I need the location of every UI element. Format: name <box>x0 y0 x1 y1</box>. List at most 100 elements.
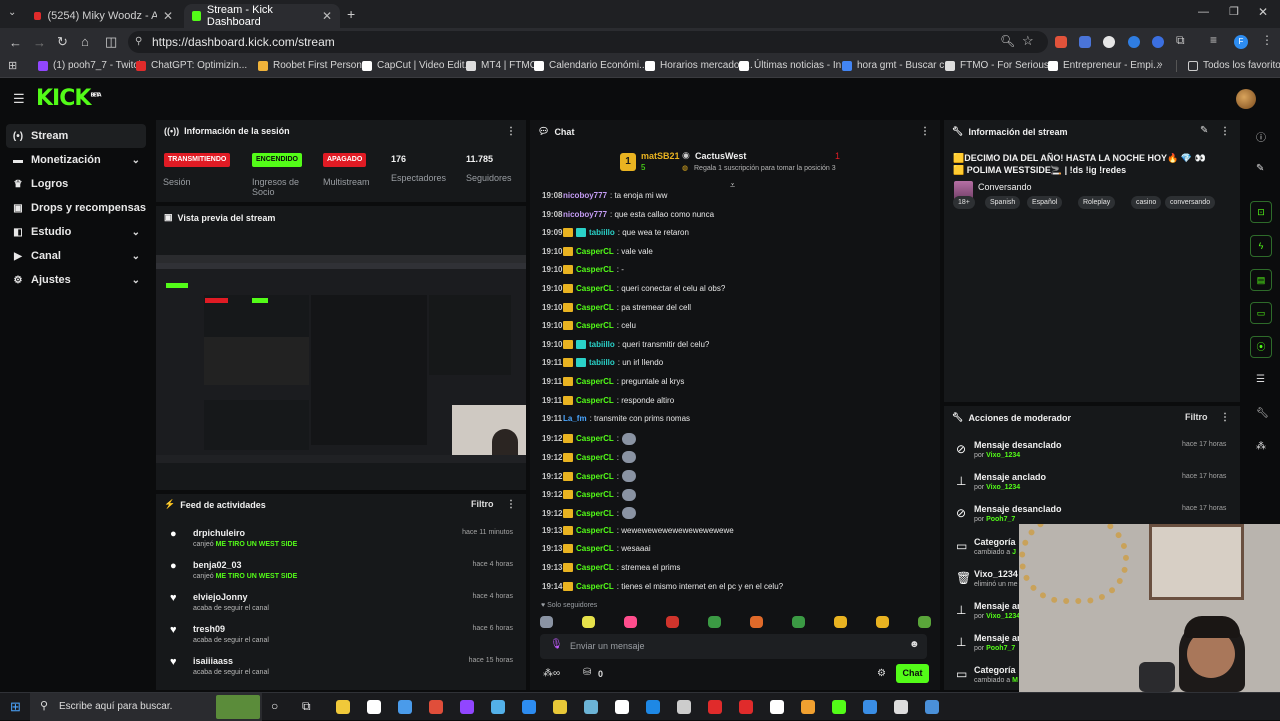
taskbar-app-icon[interactable] <box>491 700 505 714</box>
bookmark-item[interactable]: MT4 | FTMO <box>466 60 537 71</box>
emote-icon[interactable] <box>582 616 595 628</box>
taskbar-app-icon[interactable] <box>584 700 598 714</box>
emote-icon[interactable] <box>624 616 637 628</box>
kick-logo[interactable]: KICKBETA <box>36 86 102 111</box>
mod-filter-button[interactable]: Filtro <box>1185 412 1208 422</box>
close-tab-icon[interactable]: ✕ <box>322 9 332 23</box>
sidebar-item-logros[interactable]: ♛ Logros <box>6 172 146 196</box>
feed-username[interactable]: benja02_03 <box>193 560 242 570</box>
more-options-icon[interactable]: ⋮ <box>506 499 516 510</box>
taskbar-app-icon[interactable] <box>367 700 381 714</box>
feed-username[interactable]: drpichuleiro <box>193 528 245 538</box>
chat-username[interactable]: CasperCL <box>576 303 614 312</box>
feed-item[interactable]: ● drpichuleiro canjeó ME TIRO UN WEST SIDE… <box>164 526 519 558</box>
chat-username[interactable]: CasperCL <box>576 490 614 499</box>
sidebar-item-canal[interactable]: ▶ Canal ⌄ <box>6 244 146 268</box>
chat-message[interactable]: 19:10 CasperCL: vale vale <box>542 246 653 256</box>
feed-filter-button[interactable]: Filtro <box>471 499 494 509</box>
stream-preview-video[interactable] <box>156 255 526 463</box>
chat-username[interactable]: CasperCL <box>576 509 614 518</box>
extension-icon[interactable] <box>1128 36 1140 48</box>
close-tab-icon[interactable]: ✕ <box>163 9 173 23</box>
reload-icon[interactable]: ↻ <box>57 34 68 50</box>
feed-item[interactable]: ♥ tresh09 acaba de seguir el canal hace 6 … <box>164 622 519 654</box>
mod-action-user[interactable]: Vixo_1234 <box>986 452 1020 459</box>
chat-message[interactable]: 19:12 CasperCL: <box>542 507 637 520</box>
chat-message[interactable]: 19:10 CasperCL: celu <box>542 321 636 331</box>
sidebar-item-stream[interactable]: (•) Stream <box>6 124 146 148</box>
mod-action-user[interactable]: M <box>1012 677 1018 684</box>
chat-message[interactable]: 19:12 CasperCL: <box>542 470 637 482</box>
emote-icon[interactable] <box>876 616 889 628</box>
tab-list-icon[interactable]: ⌄ <box>8 7 16 18</box>
zoom-icon[interactable]: 🔍︎ <box>1000 34 1015 48</box>
mod-action-user[interactable]: Vixo_1234 <box>986 484 1020 491</box>
emote-icon[interactable] <box>834 616 847 628</box>
sidebar-item-estudio[interactable]: ◧ Estudio ⌄ <box>6 220 146 244</box>
bookmark-item[interactable]: ChatGPT: Optimizin... <box>136 60 247 71</box>
mod-action-user[interactable]: Pooh7_7 <box>986 516 1015 523</box>
edit-icon[interactable]: ✎ <box>1200 125 1208 136</box>
stream-tag[interactable]: casino <box>1131 196 1162 209</box>
media-icon[interactable]: ≡ <box>1210 33 1217 47</box>
minimize-icon[interactable]: — <box>1198 6 1209 18</box>
chat-message[interactable]: 19:11 La_fm: transmite con prims nomas <box>542 414 690 423</box>
top-gifter-name[interactable]: matSB21 <box>641 151 680 161</box>
extension-icon[interactable] <box>1103 36 1115 48</box>
feed-username[interactable]: tresh09 <box>193 624 225 634</box>
chat-username[interactable]: CasperCL <box>576 453 614 462</box>
extensions-puzzle-icon[interactable]: ⧉ <box>1176 33 1185 48</box>
stream-tag[interactable]: Spanish <box>985 196 1021 209</box>
sidebar-item-ajustes[interactable]: ⚙ Ajustes ⌄ <box>6 268 146 292</box>
extension-icon[interactable] <box>1152 36 1164 48</box>
chat-username[interactable]: CasperCL <box>576 321 614 330</box>
chat-username[interactable]: CasperCL <box>576 582 614 591</box>
more-options-icon[interactable]: ⋮ <box>1220 412 1230 423</box>
taskbar-app-icon[interactable] <box>336 700 350 714</box>
back-icon[interactable]: ← <box>9 35 22 50</box>
emote-icon[interactable] <box>666 616 679 628</box>
stream-tag[interactable]: 18+ <box>953 196 975 209</box>
chat-input[interactable]: 🎙︎ Enviar un mensaje ☻ <box>540 634 927 659</box>
chat-username[interactable]: CasperCL <box>576 247 614 256</box>
mod-action-item[interactable]: ⊥ Mensaje anclado por Vixo_1234 hace 17 hor… <box>952 471 1232 501</box>
chat-username[interactable]: CasperCL <box>576 563 614 572</box>
more-options-icon[interactable]: ⋮ <box>506 126 516 137</box>
emote-icon[interactable] <box>708 616 721 628</box>
bookmark-item[interactable]: Calendario Económi... <box>534 60 647 71</box>
bookmark-item[interactable]: (1) pooh7_7 - Twitch <box>38 60 144 71</box>
feed-item[interactable]: ♥ isaiiiaass acaba de seguir el canal hace… <box>164 654 519 686</box>
chat-username[interactable]: tabiillo <box>589 358 615 367</box>
chat-message[interactable]: 19:10 CasperCL: pa stremear del cell <box>542 302 691 312</box>
stream-tag[interactable]: Español <box>1027 196 1063 209</box>
chat-message[interactable]: 19:12 CasperCL: <box>542 488 637 501</box>
windows-start-icon[interactable]: ⊞ <box>10 699 21 715</box>
user-avatar[interactable] <box>1236 89 1256 109</box>
chat-message[interactable]: 19:13 CasperCL: wewewewewewewewewewewe <box>542 525 734 535</box>
rail-list-icon[interactable]: ☰ <box>1256 374 1265 385</box>
emote-icon[interactable] <box>750 616 763 628</box>
rail-button-card-icon[interactable]: ▤ <box>1250 269 1272 291</box>
taskbar-app-icon[interactable] <box>863 700 877 714</box>
bookmark-item[interactable]: Entrepreneur - Empi... <box>1048 60 1161 71</box>
chat-message[interactable]: 19:08 nicoboy777: que esta callao como nu… <box>542 210 714 219</box>
info-icon[interactable]: ⓘ <box>1256 129 1266 144</box>
maximize-icon[interactable]: ❐ <box>1229 5 1239 18</box>
chat-message[interactable]: 19:13 CasperCL: wesaaai <box>542 544 651 554</box>
collapse-icon[interactable]: ⩡ <box>730 180 735 191</box>
chat-username[interactable]: CasperCL <box>576 526 614 535</box>
chat-username[interactable]: CasperCL <box>576 434 614 443</box>
chat-username[interactable]: CasperCL <box>576 377 614 386</box>
profile-avatar-icon[interactable]: F <box>1234 35 1248 49</box>
translate-extension-icon[interactable] <box>1079 36 1091 48</box>
microphone-icon[interactable]: 🎙︎ <box>550 639 563 650</box>
chat-message[interactable]: 19:12 CasperCL: <box>542 451 637 464</box>
hamburger-menu-icon[interactable]: ☰ <box>13 91 25 107</box>
chat-message[interactable]: 19:12 CasperCL: <box>542 432 637 445</box>
chat-username[interactable]: nicoboy777 <box>563 191 607 200</box>
chat-settings-icon[interactable]: ⁂∞ <box>543 668 560 679</box>
chat-message[interactable]: 19:08 nicoboy777: ta enoja mi ww <box>542 191 667 200</box>
chat-username[interactable]: CasperCL <box>576 472 614 481</box>
bookmark-item[interactable]: FTMO - For Serious... <box>945 60 1057 71</box>
category-name[interactable]: Conversando <box>978 182 1032 192</box>
